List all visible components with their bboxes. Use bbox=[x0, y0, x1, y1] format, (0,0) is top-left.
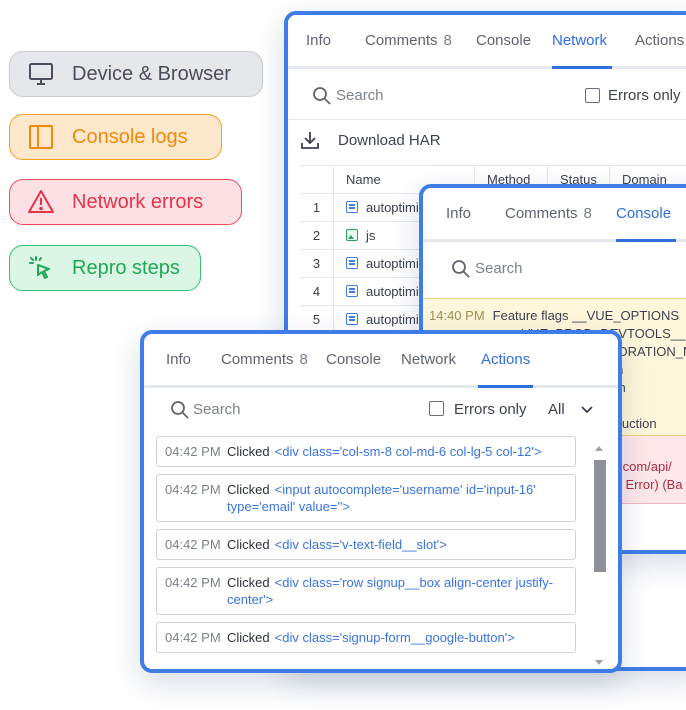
action-verb: Clicked bbox=[227, 537, 270, 552]
list-item[interactable]: 04:42 PM Clicked <div class='row signup__… bbox=[156, 567, 576, 615]
actions-panel-tabs: Info Comments 8 Console Network Actions bbox=[144, 334, 618, 388]
errors-only-label: Errors only bbox=[608, 87, 681, 104]
tab-console[interactable]: Console bbox=[616, 205, 671, 222]
tab-comments[interactable]: Comments 8 bbox=[221, 351, 308, 368]
tab-console[interactable]: Console bbox=[476, 32, 531, 49]
console-panel-tabs: Info Comments 8 Console bbox=[423, 188, 686, 242]
tab-comments[interactable]: Comments 8 bbox=[365, 32, 452, 49]
errors-only-checkbox[interactable] bbox=[585, 88, 600, 103]
action-target: <div class='col-sm-8 col-md-6 col-lg-5 c… bbox=[274, 444, 542, 459]
device-browser-pill: Device & Browser bbox=[9, 51, 263, 97]
tab-console[interactable]: Console bbox=[326, 351, 381, 368]
comments-count: 8 bbox=[299, 351, 308, 368]
filter-select[interactable]: All bbox=[548, 401, 565, 418]
network-errors-label: Network errors bbox=[72, 190, 204, 213]
network-errors-pill: Network errors bbox=[9, 179, 242, 225]
network-search-input[interactable]: Search bbox=[336, 87, 384, 104]
repro-steps-pill: Repro steps bbox=[9, 245, 201, 291]
tab-actions[interactable]: Actions bbox=[635, 32, 684, 49]
chevron-down-icon[interactable] bbox=[581, 406, 593, 414]
repro-steps-label: Repro steps bbox=[72, 256, 180, 279]
row-num: 1 bbox=[300, 194, 334, 222]
console-panel-icon bbox=[26, 122, 56, 152]
device-browser-label: Device & Browser bbox=[72, 62, 231, 85]
action-verb: Clicked bbox=[227, 482, 270, 497]
cursor-click-icon bbox=[26, 253, 56, 283]
tab-network[interactable]: Network bbox=[401, 351, 456, 368]
list-item[interactable]: 04:42 PM Clicked <div class='col-sm-8 col… bbox=[156, 436, 576, 467]
scrollbar-thumb[interactable] bbox=[594, 460, 606, 572]
actions-search-input[interactable]: Search bbox=[193, 401, 241, 418]
tab-comments-label: Comments bbox=[505, 205, 578, 222]
scrollbar[interactable] bbox=[592, 442, 606, 667]
tab-comments-label: Comments bbox=[221, 351, 294, 368]
col-num bbox=[300, 166, 334, 194]
console-search-input[interactable]: Search bbox=[475, 260, 523, 277]
scroll-down-arrow-icon[interactable] bbox=[595, 660, 603, 665]
tab-actions[interactable]: Actions bbox=[481, 351, 530, 368]
network-search-bar: Search Errors only bbox=[288, 72, 686, 120]
download-har-button[interactable]: Download HAR bbox=[300, 130, 441, 150]
action-time: 04:42 PM bbox=[165, 575, 221, 590]
tab-info[interactable]: Info bbox=[166, 351, 191, 368]
monitor-icon bbox=[26, 59, 56, 89]
console-logs-pill: Console logs bbox=[9, 114, 222, 160]
action-verb: Clicked bbox=[227, 444, 270, 459]
tab-comments[interactable]: Comments 8 bbox=[505, 205, 592, 222]
action-time: 04:42 PM bbox=[165, 444, 221, 459]
document-icon bbox=[346, 201, 358, 213]
action-time: 04:42 PM bbox=[165, 482, 221, 497]
action-verb: Clicked bbox=[227, 575, 270, 590]
action-target: <div class='row signup__box align-center… bbox=[227, 575, 554, 607]
download-icon bbox=[301, 132, 319, 149]
console-logs-label: Console logs bbox=[72, 125, 188, 148]
errors-only-label: Errors only bbox=[454, 401, 527, 418]
action-time: 04:42 PM bbox=[165, 537, 221, 552]
action-target: <div class='signup-form__google-button'> bbox=[274, 630, 515, 645]
row-num: 4 bbox=[300, 278, 334, 306]
tab-info[interactable]: Info bbox=[446, 205, 471, 222]
actions-list: 04:42 PM Clicked <div class='col-sm-8 col… bbox=[156, 436, 576, 660]
errors-only-checkbox[interactable] bbox=[429, 401, 444, 416]
row-num: 2 bbox=[300, 222, 334, 250]
action-time: 04:42 PM bbox=[165, 630, 221, 645]
log-line: Feature flags __VUE_OPTIONS bbox=[492, 308, 680, 323]
tab-network[interactable]: Network bbox=[552, 32, 607, 49]
active-tab-indicator bbox=[616, 239, 676, 242]
action-target: <input autocomplete='username' id='input… bbox=[227, 482, 536, 514]
search-icon bbox=[313, 87, 331, 105]
document-icon bbox=[346, 257, 358, 269]
actions-panel: Info Comments 8 Console Network Actions S… bbox=[140, 330, 622, 673]
active-tab-indicator bbox=[552, 66, 612, 69]
scroll-up-arrow-icon[interactable] bbox=[595, 446, 603, 451]
action-verb: Clicked bbox=[227, 630, 270, 645]
comments-count: 8 bbox=[583, 205, 592, 222]
comments-count: 8 bbox=[443, 32, 452, 49]
row-name-text: js bbox=[366, 228, 376, 243]
document-icon bbox=[346, 313, 358, 325]
download-har-label: Download HAR bbox=[338, 131, 441, 149]
tab-info[interactable]: Info bbox=[306, 32, 331, 49]
list-item[interactable]: 04:42 PM Clicked <div class='v-text-field… bbox=[156, 529, 576, 560]
warning-icon bbox=[26, 187, 56, 217]
action-target: <div class='v-text-field__slot'> bbox=[274, 537, 447, 552]
list-item[interactable]: 04:42 PM Clicked <div class='signup-form_… bbox=[156, 622, 576, 653]
tab-comments-label: Comments bbox=[365, 32, 438, 49]
actions-search-bar: Search Errors only All bbox=[144, 388, 618, 432]
row-num: 3 bbox=[300, 250, 334, 278]
console-search-bar: Search bbox=[423, 245, 686, 293]
image-icon bbox=[346, 229, 358, 241]
document-icon bbox=[346, 285, 358, 297]
log-time: 14:40 PM bbox=[429, 308, 485, 323]
list-item[interactable]: 04:42 PM Clicked <input autocomplete='use… bbox=[156, 474, 576, 522]
search-icon bbox=[171, 401, 189, 419]
network-panel-tabs: Info Comments 8 Console Network Actions bbox=[288, 15, 686, 69]
search-icon bbox=[452, 260, 470, 278]
